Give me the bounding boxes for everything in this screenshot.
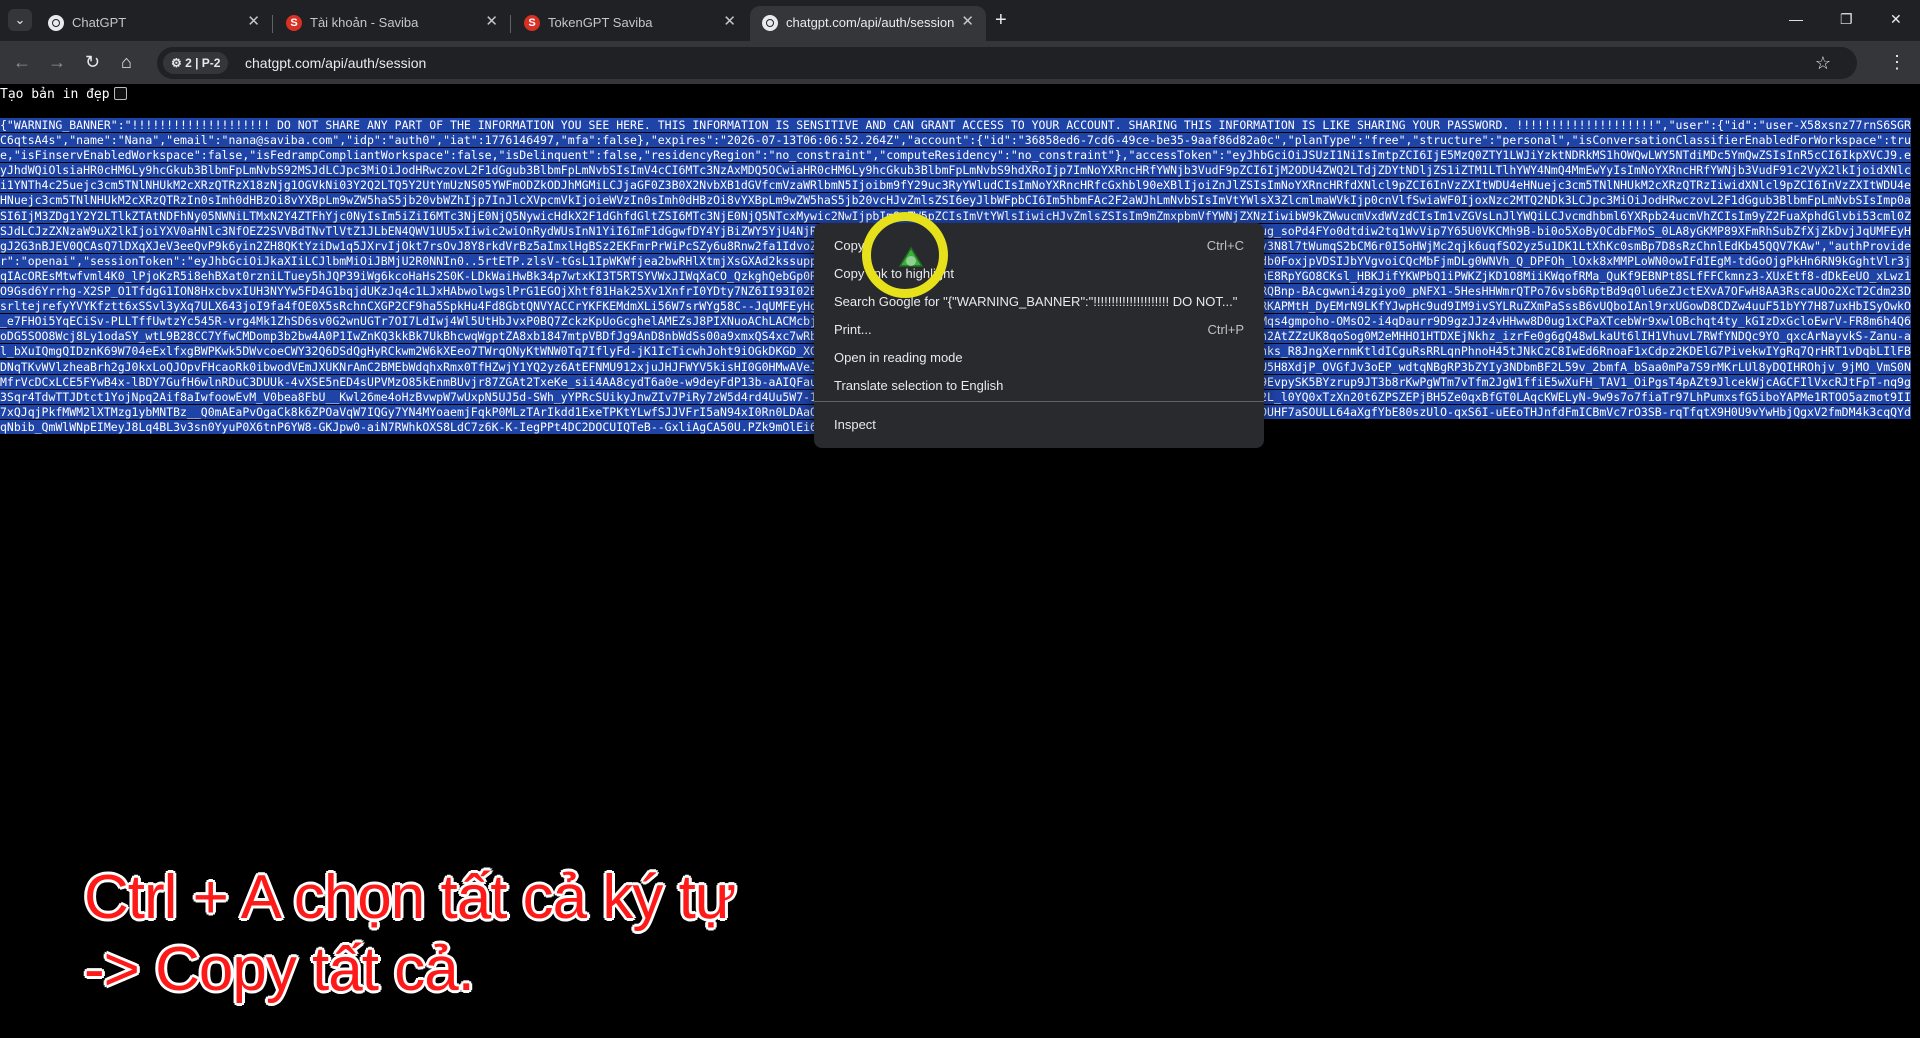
tab-search-button[interactable]: ⌄ <box>8 9 32 31</box>
tab-separator <box>272 15 273 33</box>
chatgpt-icon <box>762 15 778 31</box>
close-icon[interactable]: ✕ <box>247 13 260 31</box>
cursor-icon <box>898 246 924 267</box>
profile-chip-label: 2 | P-2 <box>185 56 221 70</box>
browser-menu-icon[interactable]: ⋮ <box>1888 51 1906 73</box>
pretty-print-checkbox[interactable] <box>113 87 127 100</box>
tab-auth-session[interactable]: chatgpt.com/api/auth/session ✕ <box>750 6 986 41</box>
restore-button[interactable]: ❐ <box>1840 9 1853 29</box>
menu-item-reading-mode[interactable]: Open in reading mode <box>814 344 1264 372</box>
menu-item-translate[interactable]: Translate selection to English <box>814 372 1264 400</box>
menu-item-shortcut: Ctrl+P <box>1207 322 1244 337</box>
forward-button[interactable]: → <box>48 51 66 73</box>
tab-saviba-account[interactable]: Tài khoản - Saviba ✕ <box>274 6 511 41</box>
tab-strip: ⌄ ChatGPT ✕ Tài khoản - Saviba ✕ TokenGP… <box>0 0 1920 41</box>
reload-button[interactable]: ↻ <box>85 51 100 73</box>
url-text[interactable]: chatgpt.com/api/auth/session <box>245 54 426 72</box>
menu-item-print[interactable]: Print... Ctrl+P <box>814 316 1264 344</box>
tune-icon: ⚙ <box>171 56 186 70</box>
menu-item-label: Open in reading mode <box>834 350 963 365</box>
menu-item-label: Copy <box>834 238 865 253</box>
saviba-icon <box>524 15 540 31</box>
chatgpt-icon <box>48 15 64 31</box>
home-icon[interactable]: ⌂ <box>121 51 132 73</box>
profile-chip[interactable]: ⚙ 2 | P-2 <box>163 52 229 74</box>
menu-item-shortcut: Ctrl+C <box>1206 238 1244 253</box>
tutorial-caption: Ctrl + A chọn tất cả ký tự -> Copy tất c… <box>84 862 736 1006</box>
new-tab-button[interactable]: + <box>995 8 1007 32</box>
toolbar: ← → ↻ ⌂ ⚙ 2 | P-2 chatgpt.com/api/auth/s… <box>0 41 1920 84</box>
close-icon[interactable]: ✕ <box>723 13 736 31</box>
tab-title: Tài khoản - Saviba <box>310 15 419 30</box>
address-bar[interactable]: ⚙ 2 | P-2 chatgpt.com/api/auth/session ☆ <box>157 47 1857 79</box>
tab-tokengpt-saviba[interactable]: TokenGPT Saviba ✕ <box>512 6 748 41</box>
menu-item-label: Inspect <box>834 417 876 432</box>
tab-title: ChatGPT <box>72 15 127 30</box>
tab-separator <box>510 15 511 33</box>
pretty-print-label: Tạo bản in đẹp <box>0 87 110 102</box>
close-icon[interactable]: ✕ <box>961 13 974 31</box>
minimize-button[interactable]: — <box>1789 9 1803 29</box>
menu-item-inspect[interactable]: Inspect <box>814 411 1264 439</box>
back-button[interactable]: ← <box>13 51 31 73</box>
caption-line-1: Ctrl + A chọn tất cả ký tự <box>84 863 736 932</box>
tab-title: chatgpt.com/api/auth/session <box>786 15 955 30</box>
caption-line-2: -> Copy tất cả. <box>84 935 475 1004</box>
window-close-button[interactable]: ✕ <box>1890 9 1902 29</box>
saviba-icon <box>286 15 302 31</box>
tab-chatgpt[interactable]: ChatGPT ✕ <box>36 6 273 41</box>
bookmark-star-icon[interactable]: ☆ <box>1815 52 1831 74</box>
tab-title: TokenGPT Saviba <box>548 15 653 30</box>
menu-divider <box>814 401 1264 402</box>
chevron-down-icon: ⌄ <box>14 12 26 27</box>
close-icon[interactable]: ✕ <box>485 13 498 31</box>
menu-item-label: Print... <box>834 322 872 337</box>
pretty-print-toggle[interactable]: Tạo bản in đẹp <box>0 87 127 103</box>
menu-item-search-google[interactable]: Search Google for "{"WARNING_BANNER":"!!… <box>814 288 1264 316</box>
menu-item-label: Translate selection to English <box>834 378 1004 393</box>
